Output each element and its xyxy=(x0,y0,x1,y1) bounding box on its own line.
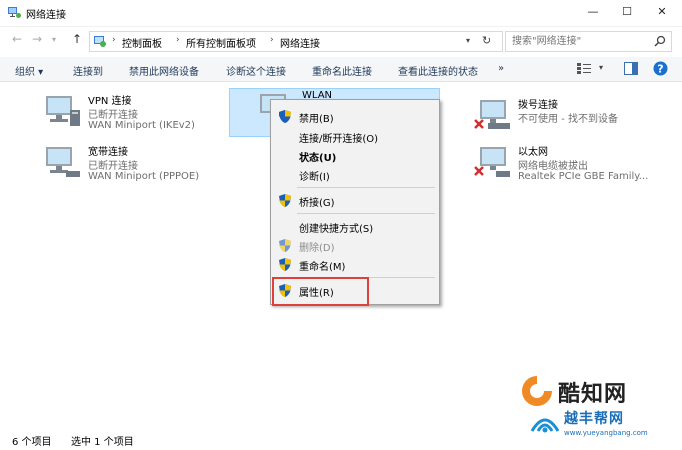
connection-status: 已断开连接 xyxy=(88,161,138,172)
menu-item-rename[interactable]: 重命名(M) xyxy=(271,255,439,274)
menu-item-label: 重命名(M) xyxy=(299,262,346,273)
connection-item-ethernet[interactable]: 以太网 网络电缆被拔出 Realtek PCIe GBE Family... xyxy=(474,141,664,187)
back-arrow-icon[interactable]: ← xyxy=(12,32,22,46)
change-view-icon[interactable] xyxy=(577,62,591,75)
connection-status: 已断开连接 xyxy=(88,110,138,121)
disable-device-button[interactable]: 禁用此网络设备 xyxy=(129,63,199,78)
item-count: 6 个项目 xyxy=(12,437,52,448)
connection-item-vpn[interactable]: VPN 连接 已断开连接 WAN Miniport (IKEv2) xyxy=(44,90,234,136)
view-connection-status-button[interactable]: 查看此连接的状态 xyxy=(398,63,478,78)
help-icon[interactable]: ? xyxy=(653,61,668,76)
address-dropdown-chevron-icon[interactable]: ▾ xyxy=(466,36,470,45)
connect-to-button[interactable]: 连接到 xyxy=(73,63,103,78)
forward-arrow-icon[interactable]: → xyxy=(32,32,42,46)
menu-item-connect-disconnect[interactable]: 连接/断开连接(O) xyxy=(271,127,439,146)
menu-item-label: 禁用(B) xyxy=(299,114,334,125)
menu-item-bridge[interactable]: 桥接(G) xyxy=(271,191,439,210)
status-bar: 6 个项目 选中 1 个项目 xyxy=(0,428,682,450)
connection-status: 网络电缆被拔出 xyxy=(518,161,588,172)
uac-shield-icon xyxy=(279,239,291,252)
more-commands-button[interactable]: » xyxy=(498,63,504,74)
connection-item-broadband[interactable]: 宽带连接 已断开连接 WAN Miniport (PPPOE) xyxy=(44,141,234,187)
title-bar: 网络连接 — ☐ ✕ xyxy=(0,0,682,27)
uac-shield-icon xyxy=(279,258,291,271)
organize-menu-button[interactable]: 组织 ▾ xyxy=(15,63,43,78)
network-connections-app-icon xyxy=(8,7,21,18)
menu-separator xyxy=(297,187,435,188)
menu-item-label: 连接/断开连接(O) xyxy=(299,134,379,145)
navigation-bar: ← → ▾ ↑ › 控制面板 › 所有控制面板项 › 网络连接 ▾ ↻ xyxy=(0,28,682,54)
control-panel-icon xyxy=(94,36,106,47)
uac-shield-icon xyxy=(279,110,291,123)
maximize-button[interactable]: ☐ xyxy=(612,3,642,21)
connection-item-dialup[interactable]: 拨号连接 不可使用 - 找不到设备 xyxy=(474,94,664,140)
menu-item-create-shortcut[interactable]: 创建快捷方式(S) xyxy=(271,217,439,236)
menu-item-label: 状态(U) xyxy=(299,153,337,164)
connection-name: 拨号连接 xyxy=(518,100,558,111)
dialup-network-icon xyxy=(474,100,510,129)
recent-locations-chevron-icon[interactable]: ▾ xyxy=(52,35,56,44)
ethernet-network-icon xyxy=(474,147,510,177)
svg-text:?: ? xyxy=(657,63,663,76)
diagnose-connection-button[interactable]: 诊断这个连接 xyxy=(226,63,286,78)
connection-device: WAN Miniport (IKEv2) xyxy=(88,120,195,131)
menu-item-status[interactable]: 状态(U) xyxy=(271,146,439,165)
connection-device: WAN Miniport (PPPOE) xyxy=(88,171,200,182)
view-options-chevron-icon[interactable]: ▾ xyxy=(599,63,603,72)
rename-connection-button[interactable]: 重命名此连接 xyxy=(312,63,372,78)
refresh-icon[interactable]: ↻ xyxy=(482,34,491,47)
vpn-network-icon xyxy=(46,96,80,126)
breadcrumb-separator: › xyxy=(176,35,180,45)
menu-item-label: 诊断(I) xyxy=(299,172,330,183)
breadcrumb-separator: › xyxy=(112,35,116,45)
broadband-network-icon xyxy=(46,147,80,177)
menu-item-diagnose[interactable]: 诊断(I) xyxy=(271,165,439,184)
selected-count: 选中 1 个项目 xyxy=(71,437,134,448)
up-arrow-icon[interactable]: ↑ xyxy=(72,32,82,46)
preview-pane-icon[interactable] xyxy=(624,62,638,75)
breadcrumb-separator: › xyxy=(270,35,274,45)
search-icon[interactable] xyxy=(654,35,666,47)
uac-shield-icon xyxy=(279,194,291,207)
menu-separator xyxy=(297,213,435,214)
breadcrumb-all-control-panel-items[interactable]: 所有控制面板项 xyxy=(186,35,256,50)
context-menu: 禁用(B) 连接/断开连接(O) 状态(U) 诊断(I) 桥接(G) 创建快捷方… xyxy=(270,99,440,305)
window-title: 网络连接 xyxy=(26,10,66,21)
watermark-brand-secondary: 越丰帮网 xyxy=(564,411,624,427)
watermark-brand: 酷知网 xyxy=(558,382,628,407)
search-input[interactable] xyxy=(510,35,654,48)
menu-item-label: 桥接(G) xyxy=(299,198,335,209)
menu-item-disable[interactable]: 禁用(B) xyxy=(271,107,439,126)
menu-item-label: 创建快捷方式(S) xyxy=(299,224,374,235)
breadcrumb-control-panel[interactable]: 控制面板 xyxy=(122,35,162,50)
properties-highlight-box xyxy=(272,277,369,306)
menu-item-delete: 删除(D) xyxy=(271,236,439,255)
connection-name: VPN 连接 xyxy=(88,96,132,107)
close-button[interactable]: ✕ xyxy=(647,3,677,21)
connection-name: 宽带连接 xyxy=(88,147,128,158)
minimize-button[interactable]: — xyxy=(578,3,608,21)
search-box[interactable] xyxy=(505,31,672,52)
menu-item-label: 删除(D) xyxy=(299,243,335,254)
connection-device: Realtek PCIe GBE Family... xyxy=(518,171,649,182)
address-bar[interactable]: › 控制面板 › 所有控制面板项 › 网络连接 ▾ ↻ xyxy=(89,31,503,52)
connection-status: 不可使用 - 找不到设备 xyxy=(518,114,618,125)
command-toolbar: 组织 ▾ 连接到 禁用此网络设备 诊断这个连接 重命名此连接 查看此连接的状态 … xyxy=(0,57,682,82)
connection-name: 以太网 xyxy=(518,147,548,158)
breadcrumb-network-connections[interactable]: 网络连接 xyxy=(280,35,320,50)
